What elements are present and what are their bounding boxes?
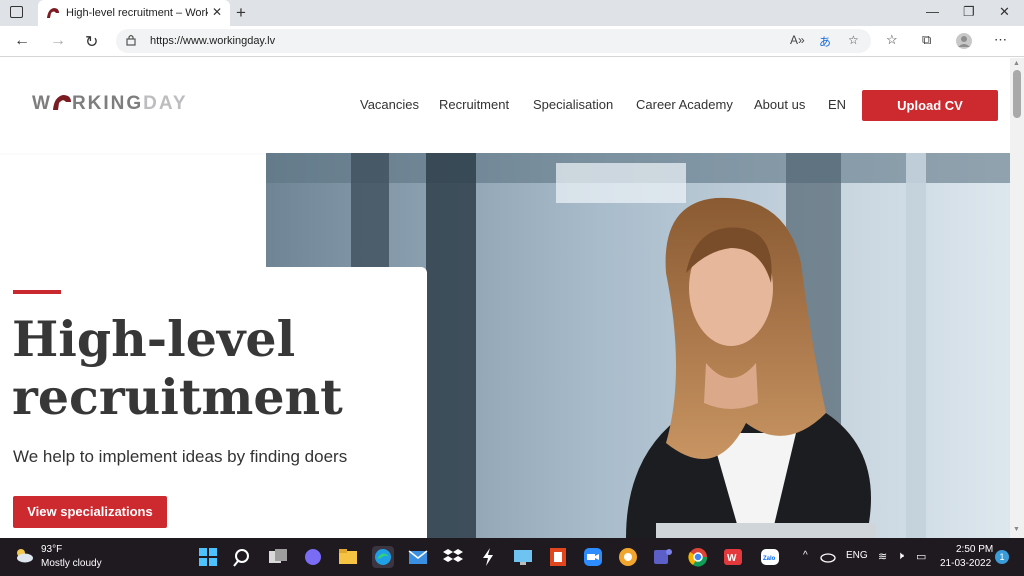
site-header: W RKINGDAY Vacancies Recruitment Speciali… [0, 58, 1010, 153]
minimize-icon[interactable]: — [926, 4, 939, 19]
favorite-add-icon[interactable]: ☆ [848, 33, 859, 47]
favorites-icon[interactable]: ☆ [886, 32, 898, 48]
file-explorer-icon[interactable] [337, 546, 359, 568]
nav-career-academy[interactable]: Career Academy [636, 97, 733, 112]
translate-icon[interactable]: あ [819, 33, 831, 50]
weather-description[interactable]: Mostly cloudy [41, 558, 102, 569]
zalo-icon[interactable]: Zalo [759, 546, 781, 568]
clock-time[interactable]: 2:50 PM [956, 544, 993, 555]
input-language[interactable]: ENG [846, 550, 868, 561]
zoom-icon[interactable] [582, 546, 604, 568]
tab-actions-icon[interactable] [10, 6, 23, 18]
back-icon[interactable]: ← [14, 32, 30, 50]
volume-muted-icon[interactable]: 🕨 [897, 550, 904, 563]
onedrive-icon[interactable] [818, 548, 836, 564]
wifi-icon[interactable]: ≋ [878, 550, 887, 563]
address-bar[interactable]: https://www.workingday.lv A» あ ☆ [116, 29, 871, 53]
lock-icon [126, 34, 136, 46]
svg-text:Zalo: Zalo [763, 556, 776, 562]
office-icon[interactable] [547, 546, 569, 568]
task-view-icon[interactable] [267, 546, 289, 568]
hero-subtitle: We help to implement ideas by finding do… [13, 447, 348, 466]
svg-text:W: W [727, 553, 737, 564]
view-specializations-button[interactable]: View specializations [13, 496, 167, 528]
battery-icon[interactable]: ▭ [916, 550, 926, 563]
clock-date[interactable]: 21-03-2022 [940, 558, 991, 569]
language-switch[interactable]: EN [828, 97, 846, 112]
nav-vacancies[interactable]: Vacancies [360, 97, 419, 112]
menu-more-icon[interactable]: ⋯ [994, 32, 1007, 48]
cloudy-weather-icon [17, 549, 33, 563]
nav-about-us[interactable]: About us [754, 97, 805, 112]
logo-text-day: DAY [143, 93, 188, 114]
browser-tab-strip: High-level recruitment – Workin ✕ + — ❐ … [0, 0, 1024, 26]
scroll-thumb[interactable] [1013, 70, 1021, 118]
chrome-icon[interactable] [687, 546, 709, 568]
search-icon[interactable] [232, 546, 254, 568]
hero-title-line1: High-level [12, 310, 296, 368]
browser-toolbar: ← → ↻ https://www.workingday.lv A» あ ☆ ☆… [0, 26, 1024, 57]
notification-badge[interactable]: 1 [995, 550, 1009, 564]
teams-icon[interactable] [652, 546, 674, 568]
power-automate-icon[interactable] [477, 546, 499, 568]
upload-cv-button[interactable]: Upload CV [862, 90, 998, 121]
profile-avatar-icon[interactable] [955, 32, 973, 50]
read-aloud-icon[interactable]: A» [790, 33, 805, 47]
scroll-up-icon[interactable]: ▲ [1013, 60, 1020, 67]
show-hidden-icons-icon[interactable]: ^ [803, 550, 808, 561]
hero-title-line2: recruitment [12, 368, 343, 426]
logo-text-w: W [32, 93, 52, 114]
tab-close-icon[interactable]: ✕ [212, 5, 222, 19]
nav-recruitment[interactable]: Recruitment [439, 97, 509, 112]
start-icon[interactable] [197, 546, 219, 568]
site-favicon-icon [47, 8, 59, 18]
wps-office-icon[interactable]: W [722, 546, 744, 568]
hero-title: High-level recruitment [12, 310, 412, 426]
chrome-canary-icon[interactable] [617, 546, 639, 568]
dropbox-icon[interactable] [442, 546, 464, 568]
logo-text-rking: RKING [71, 93, 144, 114]
new-tab-icon[interactable]: + [236, 3, 246, 23]
reload-icon[interactable]: ↻ [85, 32, 98, 52]
logo-mark-icon [52, 95, 71, 110]
scroll-down-icon[interactable]: ▼ [1013, 526, 1020, 533]
collections-icon[interactable]: ⧉ [922, 32, 931, 48]
taskbar: 93°F Mostly cloudy W Zalo ^ ENG ≋ 🕨 ▭ 2:… [0, 538, 1024, 576]
maximize-icon[interactable]: ❐ [963, 4, 975, 20]
page-scrollbar[interactable]: ▲ ▼ [1010, 58, 1024, 538]
mail-icon[interactable] [407, 546, 429, 568]
logo[interactable]: W RKINGDAY [32, 93, 188, 117]
url-text: https://www.workingday.lv [150, 35, 276, 47]
accent-bar [13, 290, 61, 294]
browser-tab[interactable]: High-level recruitment – Workin ✕ [38, 0, 230, 26]
remote-desktop-icon[interactable] [512, 546, 534, 568]
window-close-icon[interactable]: ✕ [999, 4, 1010, 20]
weather-temperature[interactable]: 93°F [41, 544, 62, 555]
forward-icon[interactable]: → [50, 32, 66, 50]
chat-icon[interactable] [302, 546, 324, 568]
edge-browser-icon[interactable] [372, 546, 394, 568]
tab-title: High-level recruitment – Workin [66, 7, 208, 19]
nav-specialisation[interactable]: Specialisation [533, 97, 613, 112]
